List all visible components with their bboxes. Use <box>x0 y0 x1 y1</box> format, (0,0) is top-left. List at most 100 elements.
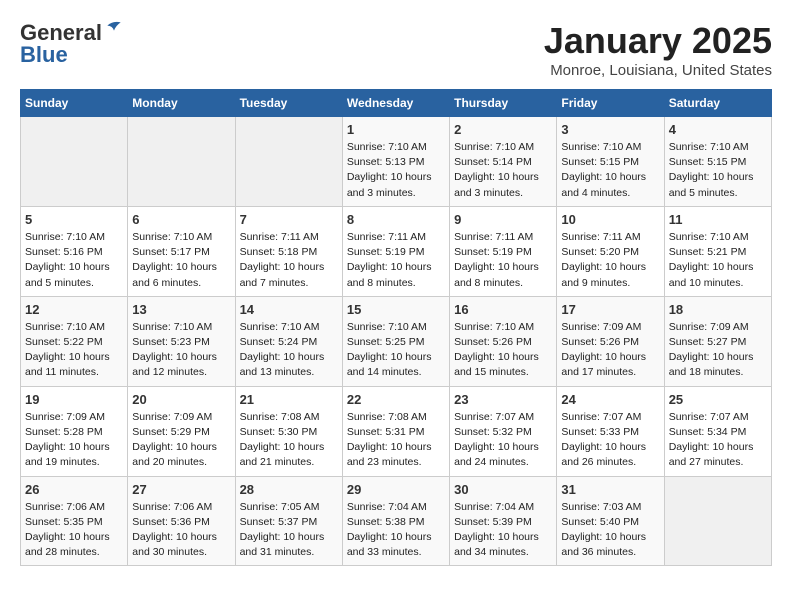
calendar-cell: 2Sunrise: 7:10 AMSunset: 5:14 PMDaylight… <box>450 117 557 207</box>
day-info: Sunrise: 7:08 AMSunset: 5:30 PMDaylight:… <box>240 410 338 471</box>
day-info: Sunrise: 7:09 AMSunset: 5:27 PMDaylight:… <box>669 320 767 381</box>
day-info: Sunrise: 7:11 AMSunset: 5:19 PMDaylight:… <box>454 230 552 291</box>
day-info: Sunrise: 7:09 AMSunset: 5:29 PMDaylight:… <box>132 410 230 471</box>
calendar-cell: 10 Sunrise: 7:11 AMSunset: 5:20 PMDayligh… <box>557 206 664 296</box>
day-number: 16 <box>454 302 552 317</box>
calendar-cell: 3 Sunrise: 7:10 AMSunset: 5:15 PMDaylight… <box>557 117 664 207</box>
calendar-cell: 5 Sunrise: 7:10 AMSunset: 5:16 PMDaylight… <box>21 206 128 296</box>
calendar-cell: 11Sunrise: 7:10 AMSunset: 5:21 PMDayligh… <box>664 206 771 296</box>
logo-bird-icon <box>104 19 124 39</box>
calendar-cell: 9Sunrise: 7:11 AMSunset: 5:19 PMDaylight… <box>450 206 557 296</box>
day-number: 29 <box>347 482 445 497</box>
calendar-table: SundayMondayTuesdayWednesdayThursdayFrid… <box>20 89 772 566</box>
day-number: 17 <box>561 302 659 317</box>
day-number: 13 <box>132 302 230 317</box>
day-number: 15 <box>347 302 445 317</box>
day-info: Sunrise: 7:08 AMSunset: 5:31 PMDaylight:… <box>347 410 445 471</box>
calendar-cell <box>235 117 342 207</box>
page-subtitle: Monroe, Louisiana, United States <box>544 62 772 79</box>
day-number: 4 <box>669 122 767 137</box>
column-header-monday: Monday <box>128 90 235 117</box>
day-number: 28 <box>240 482 338 497</box>
day-number: 6 <box>132 212 230 227</box>
logo: General Blue <box>20 20 124 68</box>
column-header-thursday: Thursday <box>450 90 557 117</box>
day-info: Sunrise: 7:10 AMSunset: 5:26 PMDaylight:… <box>454 320 552 381</box>
day-info: Sunrise: 7:10 AMSunset: 5:15 PMDaylight:… <box>669 140 767 201</box>
calendar-cell: 6 Sunrise: 7:10 AMSunset: 5:17 PMDaylight… <box>128 206 235 296</box>
day-number: 2 <box>454 122 552 137</box>
calendar-cell: 18 Sunrise: 7:09 AMSunset: 5:27 PMDayligh… <box>664 296 771 386</box>
column-header-saturday: Saturday <box>664 90 771 117</box>
day-info: Sunrise: 7:11 AMSunset: 5:18 PMDaylight:… <box>240 230 338 291</box>
day-info: Sunrise: 7:04 AMSunset: 5:38 PMDaylight:… <box>347 500 445 561</box>
day-number: 3 <box>561 122 659 137</box>
day-info: Sunrise: 7:11 AMSunset: 5:19 PMDaylight:… <box>347 230 445 291</box>
calendar-cell: 28 Sunrise: 7:05 AMSunset: 5:37 PMDayligh… <box>235 476 342 566</box>
calendar-header-row: SundayMondayTuesdayWednesdayThursdayFrid… <box>21 90 772 117</box>
day-number: 31 <box>561 482 659 497</box>
day-number: 8 <box>347 212 445 227</box>
day-info: Sunrise: 7:04 AMSunset: 5:39 PMDaylight:… <box>454 500 552 561</box>
day-number: 30 <box>454 482 552 497</box>
calendar-cell: 29 Sunrise: 7:04 AMSunset: 5:38 PMDayligh… <box>342 476 449 566</box>
day-number: 19 <box>25 392 123 407</box>
day-info: Sunrise: 7:03 AMSunset: 5:40 PMDaylight:… <box>561 500 659 561</box>
day-info: Sunrise: 7:10 AMSunset: 5:15 PMDaylight:… <box>561 140 659 201</box>
day-number: 10 <box>561 212 659 227</box>
calendar-cell: 22 Sunrise: 7:08 AMSunset: 5:31 PMDayligh… <box>342 386 449 476</box>
day-info: Sunrise: 7:11 AMSunset: 5:20 PMDaylight:… <box>561 230 659 291</box>
day-info: Sunrise: 7:10 AMSunset: 5:13 PMDaylight:… <box>347 140 445 201</box>
page-title: January 2025 <box>544 20 772 62</box>
calendar-cell: 15 Sunrise: 7:10 AMSunset: 5:25 PMDayligh… <box>342 296 449 386</box>
calendar-cell: 19 Sunrise: 7:09 AMSunset: 5:28 PMDayligh… <box>21 386 128 476</box>
column-header-friday: Friday <box>557 90 664 117</box>
calendar-cell: 27 Sunrise: 7:06 AMSunset: 5:36 PMDayligh… <box>128 476 235 566</box>
header: General Blue January 2025 Monroe, Louisi… <box>20 20 772 79</box>
day-number: 18 <box>669 302 767 317</box>
calendar-cell: 12Sunrise: 7:10 AMSunset: 5:22 PMDayligh… <box>21 296 128 386</box>
day-number: 5 <box>25 212 123 227</box>
calendar-cell: 24Sunrise: 7:07 AMSunset: 5:33 PMDayligh… <box>557 386 664 476</box>
day-info: Sunrise: 7:10 AMSunset: 5:17 PMDaylight:… <box>132 230 230 291</box>
calendar-cell: 16 Sunrise: 7:10 AMSunset: 5:26 PMDayligh… <box>450 296 557 386</box>
day-info: Sunrise: 7:10 AMSunset: 5:22 PMDaylight:… <box>25 320 123 381</box>
day-number: 25 <box>669 392 767 407</box>
calendar-cell: 31 Sunrise: 7:03 AMSunset: 5:40 PMDayligh… <box>557 476 664 566</box>
day-info: Sunrise: 7:10 AMSunset: 5:23 PMDaylight:… <box>132 320 230 381</box>
column-header-wednesday: Wednesday <box>342 90 449 117</box>
day-number: 22 <box>347 392 445 407</box>
day-info: Sunrise: 7:10 AMSunset: 5:16 PMDaylight:… <box>25 230 123 291</box>
calendar-week-row: 19 Sunrise: 7:09 AMSunset: 5:28 PMDayligh… <box>21 386 772 476</box>
calendar-cell: 7Sunrise: 7:11 AMSunset: 5:18 PMDaylight… <box>235 206 342 296</box>
day-info: Sunrise: 7:09 AMSunset: 5:28 PMDaylight:… <box>25 410 123 471</box>
day-info: Sunrise: 7:05 AMSunset: 5:37 PMDaylight:… <box>240 500 338 561</box>
day-info: Sunrise: 7:06 AMSunset: 5:36 PMDaylight:… <box>132 500 230 561</box>
calendar-cell: 26 Sunrise: 7:06 AMSunset: 5:35 PMDayligh… <box>21 476 128 566</box>
calendar-cell <box>128 117 235 207</box>
day-number: 21 <box>240 392 338 407</box>
calendar-cell: 25Sunrise: 7:07 AMSunset: 5:34 PMDayligh… <box>664 386 771 476</box>
day-number: 27 <box>132 482 230 497</box>
calendar-cell: 17Sunrise: 7:09 AMSunset: 5:26 PMDayligh… <box>557 296 664 386</box>
day-info: Sunrise: 7:10 AMSunset: 5:24 PMDaylight:… <box>240 320 338 381</box>
day-number: 26 <box>25 482 123 497</box>
calendar-cell: 4 Sunrise: 7:10 AMSunset: 5:15 PMDaylight… <box>664 117 771 207</box>
day-number: 20 <box>132 392 230 407</box>
calendar-cell: 13 Sunrise: 7:10 AMSunset: 5:23 PMDayligh… <box>128 296 235 386</box>
calendar-cell <box>664 476 771 566</box>
calendar-cell: 1 Sunrise: 7:10 AMSunset: 5:13 PMDaylight… <box>342 117 449 207</box>
title-block: January 2025 Monroe, Louisiana, United S… <box>544 20 772 79</box>
column-header-tuesday: Tuesday <box>235 90 342 117</box>
calendar-week-row: 26 Sunrise: 7:06 AMSunset: 5:35 PMDayligh… <box>21 476 772 566</box>
day-info: Sunrise: 7:06 AMSunset: 5:35 PMDaylight:… <box>25 500 123 561</box>
calendar-cell: 20 Sunrise: 7:09 AMSunset: 5:29 PMDayligh… <box>128 386 235 476</box>
day-number: 1 <box>347 122 445 137</box>
calendar-cell: 23Sunrise: 7:07 AMSunset: 5:32 PMDayligh… <box>450 386 557 476</box>
calendar-cell: 14Sunrise: 7:10 AMSunset: 5:24 PMDayligh… <box>235 296 342 386</box>
day-number: 11 <box>669 212 767 227</box>
calendar-week-row: 1 Sunrise: 7:10 AMSunset: 5:13 PMDaylight… <box>21 117 772 207</box>
day-info: Sunrise: 7:07 AMSunset: 5:32 PMDaylight:… <box>454 410 552 471</box>
calendar-week-row: 12Sunrise: 7:10 AMSunset: 5:22 PMDayligh… <box>21 296 772 386</box>
day-info: Sunrise: 7:10 AMSunset: 5:25 PMDaylight:… <box>347 320 445 381</box>
